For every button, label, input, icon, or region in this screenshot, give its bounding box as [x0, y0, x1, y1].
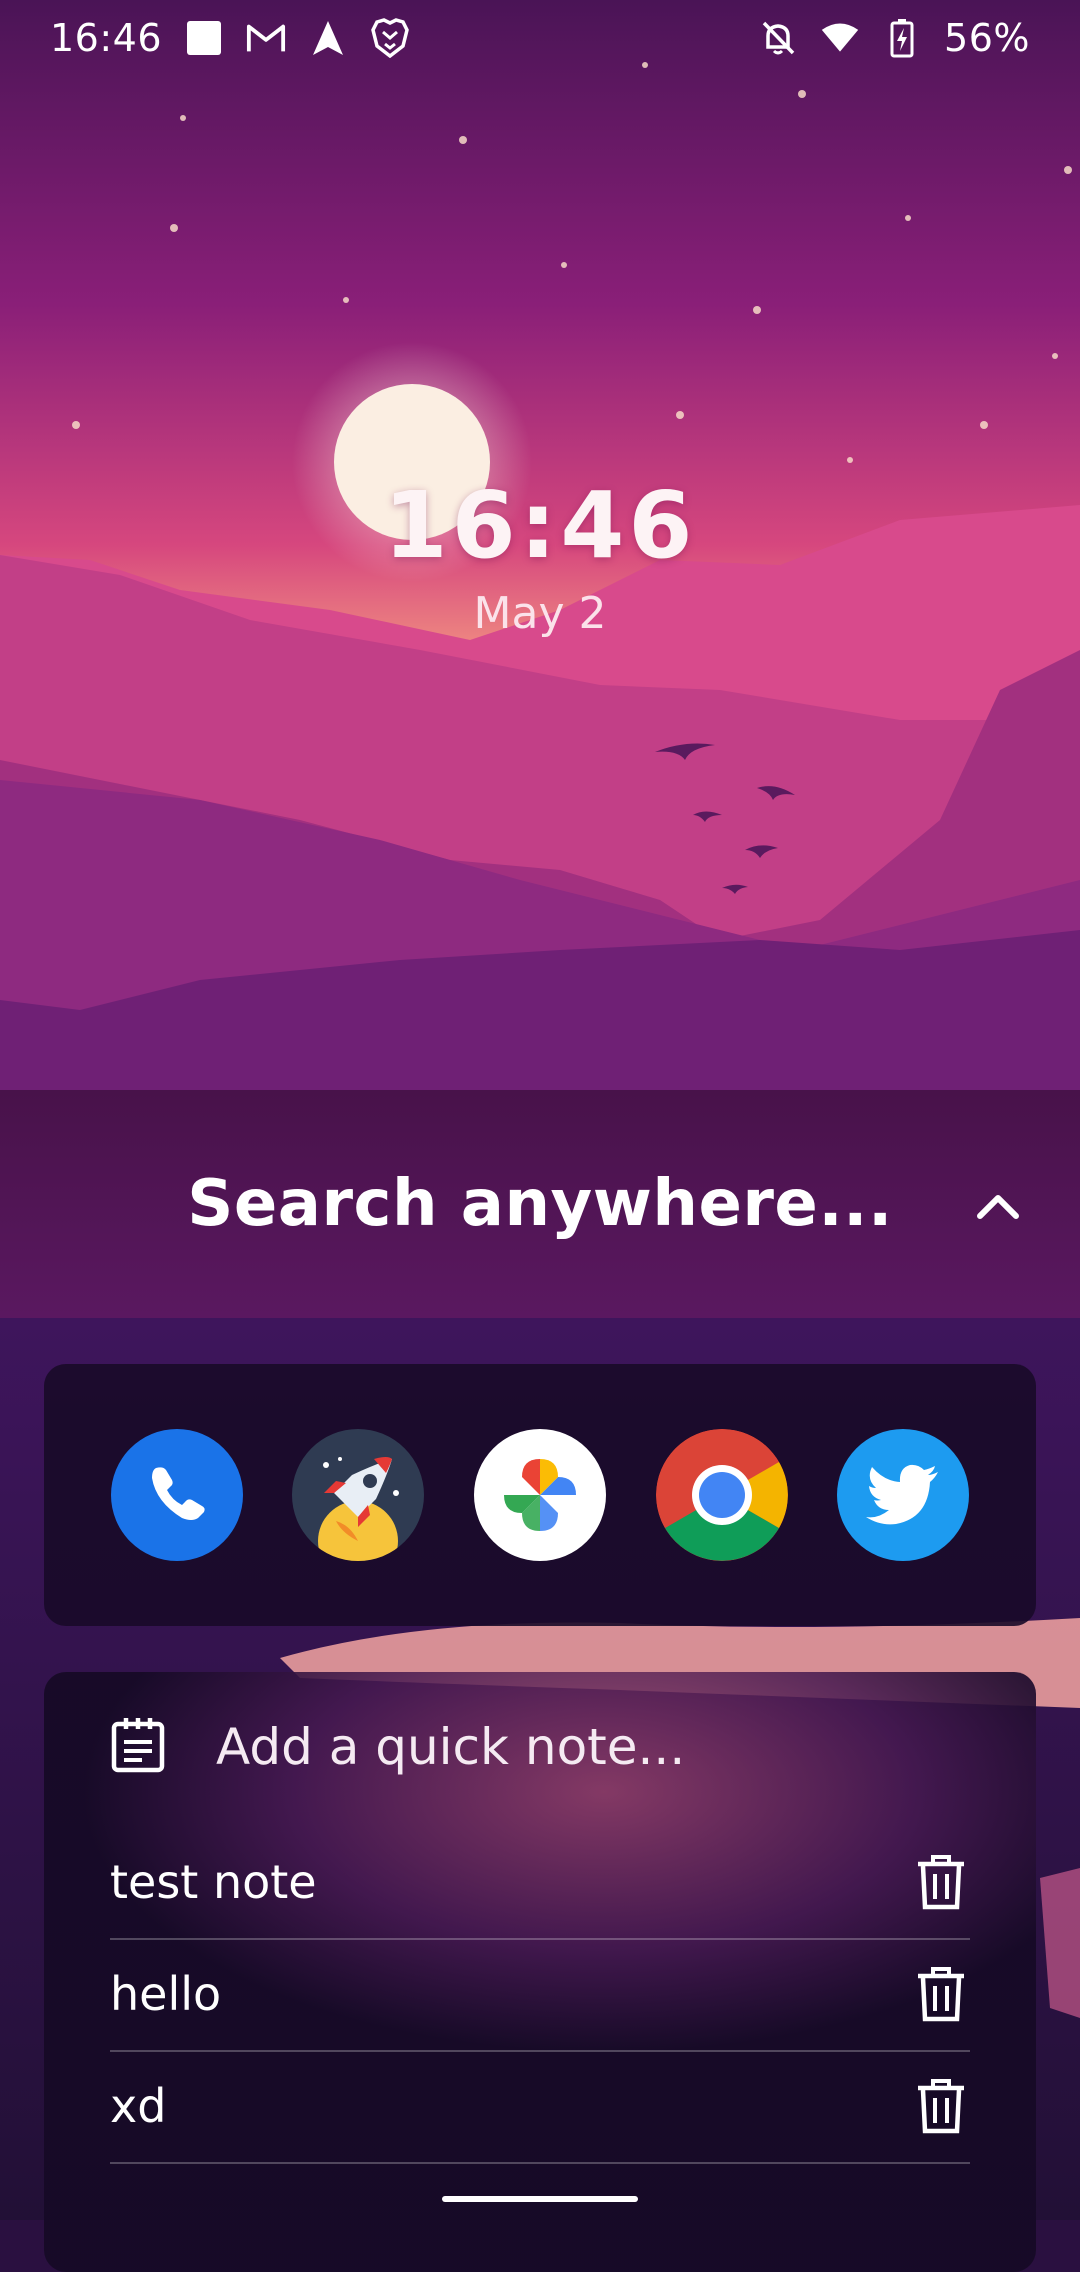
trash-icon[interactable] [906, 1959, 976, 2029]
trash-icon[interactable] [906, 2071, 976, 2141]
battery-percent: 56% [944, 16, 1030, 60]
status-bar: 16:46 56% [0, 0, 1080, 76]
note-item[interactable]: hello [110, 1938, 970, 2052]
notepad-icon [110, 1716, 166, 1778]
note-text: hello [110, 1967, 222, 2021]
battery-charging-icon [882, 18, 922, 58]
chevron-up-icon[interactable] [960, 1168, 1036, 1244]
note-item[interactable]: test note [110, 1826, 970, 1940]
home-indicator[interactable] [442, 2196, 638, 2202]
twitter-bird-icon[interactable] [837, 1429, 970, 1561]
bell-off-icon [758, 18, 798, 58]
wifi-icon [820, 18, 860, 58]
rocket-icon[interactable] [292, 1429, 425, 1561]
navigation-arrow-icon [308, 18, 348, 58]
brave-lion-icon [370, 18, 410, 58]
search-bar[interactable]: Search anywhere... [0, 1090, 1080, 1318]
note-text: xd [110, 2079, 167, 2133]
search-placeholder: Search anywhere... [187, 1167, 893, 1241]
status-time: 16:46 [50, 16, 163, 60]
phone-icon[interactable] [110, 1429, 243, 1561]
note-item[interactable]: xd [110, 2050, 970, 2164]
trash-icon[interactable] [906, 1847, 976, 1917]
quick-notes-panel: Add a quick note... test note hello xd [44, 1672, 1036, 2272]
clock-date: May 2 [473, 588, 607, 639]
quick-note-placeholder: Add a quick note... [216, 1718, 686, 1776]
clock-time: 16:46 [383, 472, 697, 579]
note-text: test note [110, 1855, 317, 1909]
chrome-icon[interactable] [655, 1429, 788, 1561]
square-notification-icon [184, 18, 224, 58]
quick-note-input[interactable]: Add a quick note... [110, 1716, 685, 1778]
app-shortcuts [44, 1364, 1036, 1626]
gmail-icon [246, 18, 286, 58]
pinwheel-icon[interactable] [473, 1429, 606, 1561]
